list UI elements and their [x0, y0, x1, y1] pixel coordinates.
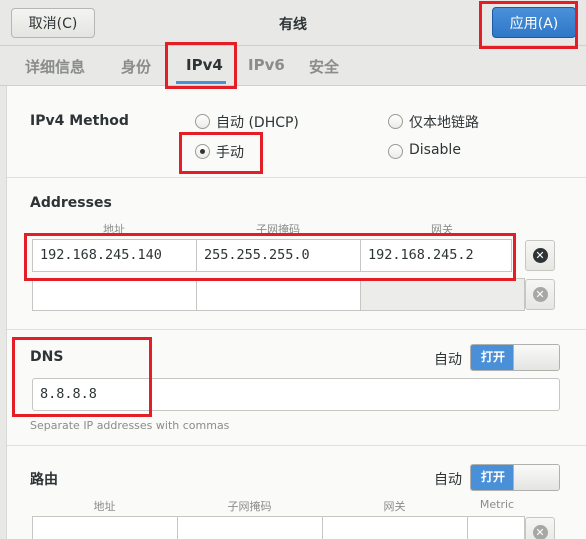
section-divider	[7, 177, 586, 178]
dns-auto-label: 自动	[434, 352, 462, 368]
ipv4-tab-highlight-box	[165, 42, 237, 89]
radio-dhcp-label[interactable]: 自动 (DHCP)	[216, 112, 299, 132]
tab-security[interactable]: 安全	[309, 56, 339, 77]
route-netmask-input[interactable]	[177, 516, 323, 539]
radio-disable-label[interactable]: Disable	[409, 142, 461, 158]
dns-toggle-on-label: 打开	[471, 345, 515, 370]
close-icon: ✕	[532, 248, 548, 263]
gateway-input-empty[interactable]	[360, 278, 525, 311]
address-row-highlight-box	[24, 233, 516, 281]
tab-bar: 详细信息 身份 IPv4 IPv6 安全	[0, 46, 586, 86]
routes-toggle-on-label: 打开	[471, 465, 515, 490]
route-col-gateway-header: 网关	[383, 500, 406, 513]
delete-address-button-empty[interactable]: ✕	[525, 279, 555, 310]
dns-hint: Separate IP addresses with commas	[30, 419, 230, 432]
section-divider	[7, 445, 586, 446]
route-col-address-header: 地址	[93, 500, 116, 513]
radio-disable[interactable]	[388, 144, 403, 159]
delete-route-button[interactable]: ✕	[525, 517, 555, 539]
address-input-empty[interactable]	[32, 278, 197, 311]
addresses-label: Addresses	[30, 195, 112, 211]
netmask-input-empty[interactable]	[196, 278, 361, 311]
routes-toggle-knob	[513, 465, 559, 490]
route-address-input[interactable]	[32, 516, 178, 539]
radio-dhcp[interactable]	[195, 114, 210, 129]
routes-auto-toggle[interactable]: 打开	[470, 464, 560, 491]
tab-identity[interactable]: 身份	[121, 56, 151, 77]
routes-auto-label: 自动	[434, 472, 462, 488]
route-col-netmask-header: 子网掩码	[227, 500, 272, 513]
radio-link-local-label[interactable]: 仅本地链路	[409, 112, 479, 132]
dns-auto-toggle[interactable]: 打开	[470, 344, 560, 371]
route-col-metric-header: Metric	[479, 498, 515, 511]
close-icon: ✕	[532, 287, 548, 302]
tab-details[interactable]: 详细信息	[25, 56, 85, 77]
delete-address-button[interactable]: ✕	[525, 240, 555, 271]
tab-ipv6[interactable]: IPv6	[248, 56, 285, 74]
close-icon: ✕	[532, 525, 548, 539]
route-gateway-input[interactable]	[322, 516, 468, 539]
apply-highlight-box	[479, 1, 578, 49]
ipv4-settings-panel: IPv4 Method 自动 (DHCP) 仅本地链路 手动 Disable A…	[6, 86, 586, 539]
dns-highlight-box	[12, 337, 152, 417]
radio-link-local[interactable]	[388, 114, 403, 129]
dns-toggle-knob	[513, 345, 559, 370]
manual-highlight-box	[179, 132, 263, 174]
routes-label: 路由	[30, 472, 58, 488]
route-metric-input[interactable]	[467, 516, 525, 539]
section-divider	[7, 329, 586, 330]
ipv4-method-label: IPv4 Method	[30, 113, 129, 129]
